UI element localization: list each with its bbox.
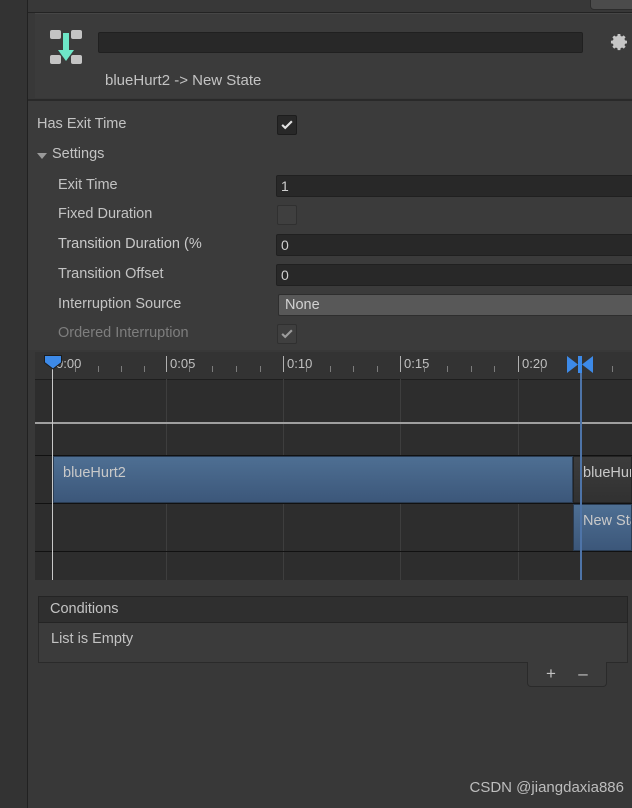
property-row-transition-duration: Transition Duration (% — [28, 233, 632, 258]
tick-label: 0:10 — [287, 356, 313, 371]
transition-timeline[interactable]: 0:00 0:05 0:10 0:15 0:20 blueHurt2 blueH… — [35, 352, 632, 580]
add-condition-button[interactable]: + — [536, 664, 566, 684]
ordered-interruption-checkbox — [277, 324, 297, 344]
property-row-settings[interactable]: Settings — [28, 143, 632, 168]
property-label: Interruption Source — [58, 296, 182, 312]
left-rail — [0, 0, 27, 808]
remove-condition-button[interactable]: – — [568, 664, 598, 684]
top-partial-button[interactable] — [590, 0, 632, 10]
watermark: CSDN @jiangdaxia886 — [469, 779, 624, 796]
chevron-down-icon[interactable] — [37, 153, 47, 159]
property-row-fixed-duration: Fixed Duration — [28, 203, 632, 228]
top-partial-strip — [28, 0, 632, 12]
fixed-duration-checkbox[interactable] — [277, 205, 297, 225]
tick-label: 0:15 — [404, 356, 430, 371]
transition-properties: Has Exit Time Settings Exit Time Fixed D… — [28, 101, 632, 350]
property-label: Exit Time — [58, 177, 118, 193]
has-exit-time-checkbox[interactable] — [277, 115, 297, 135]
transition-duration-line — [580, 373, 582, 580]
interruption-source-dropdown[interactable]: None — [278, 294, 632, 316]
inspector-window: blueHurt2 -> New State Has Exit Time Set… — [0, 0, 632, 808]
conditions-list[interactable]: List is Empty — [38, 623, 628, 663]
transition-header: blueHurt2 -> New State — [35, 13, 632, 98]
property-row-transition-offset: Transition Offset — [28, 263, 632, 288]
tick-label: 0:20 — [522, 356, 548, 371]
interruption-source-value: None — [285, 297, 320, 313]
property-label: Has Exit Time — [37, 116, 127, 132]
exit-time-input[interactable] — [276, 175, 632, 197]
property-row-has-exit-time: Has Exit Time — [28, 113, 632, 138]
clip-label: blueHurt2 — [583, 465, 631, 481]
property-row-interruption-source: Interruption Source None — [28, 293, 632, 318]
clip-label: blueHurt2 — [63, 465, 126, 481]
conditions-empty-text: List is Empty — [51, 631, 134, 647]
property-label: Fixed Duration — [58, 206, 153, 222]
timeline-ruler[interactable]: 0:00 0:05 0:10 0:15 0:20 — [35, 352, 632, 380]
transition-title: blueHurt2 -> New State — [105, 72, 262, 89]
settings-foldout-label: Settings — [52, 146, 105, 162]
clip-label: New State — [583, 513, 631, 529]
property-label: Ordered Interruption — [58, 325, 189, 341]
conditions-header: Conditions — [38, 596, 628, 623]
playhead-marker[interactable] — [43, 354, 63, 370]
property-label: Transition Offset — [58, 266, 164, 282]
property-label: Transition Duration (% — [58, 236, 202, 252]
timeline-clip-source[interactable]: blueHurt2 — [53, 456, 573, 503]
transition-duration-input[interactable] — [276, 234, 632, 256]
transition-offset-input[interactable] — [276, 264, 632, 286]
tick-label: 0:05 — [170, 356, 196, 371]
transition-duration-marker[interactable] — [566, 356, 594, 373]
transition-icon — [46, 27, 86, 67]
property-row-ordered-interruption: Ordered Interruption — [28, 322, 632, 347]
gear-icon[interactable] — [610, 32, 630, 52]
conditions-section: Conditions List is Empty + – — [38, 596, 628, 696]
conditions-title: Conditions — [50, 601, 119, 617]
conditions-toolbar: + – — [527, 662, 607, 687]
transition-name-input[interactable] — [98, 32, 583, 53]
property-row-exit-time: Exit Time — [28, 174, 632, 199]
playhead-line — [52, 366, 53, 580]
